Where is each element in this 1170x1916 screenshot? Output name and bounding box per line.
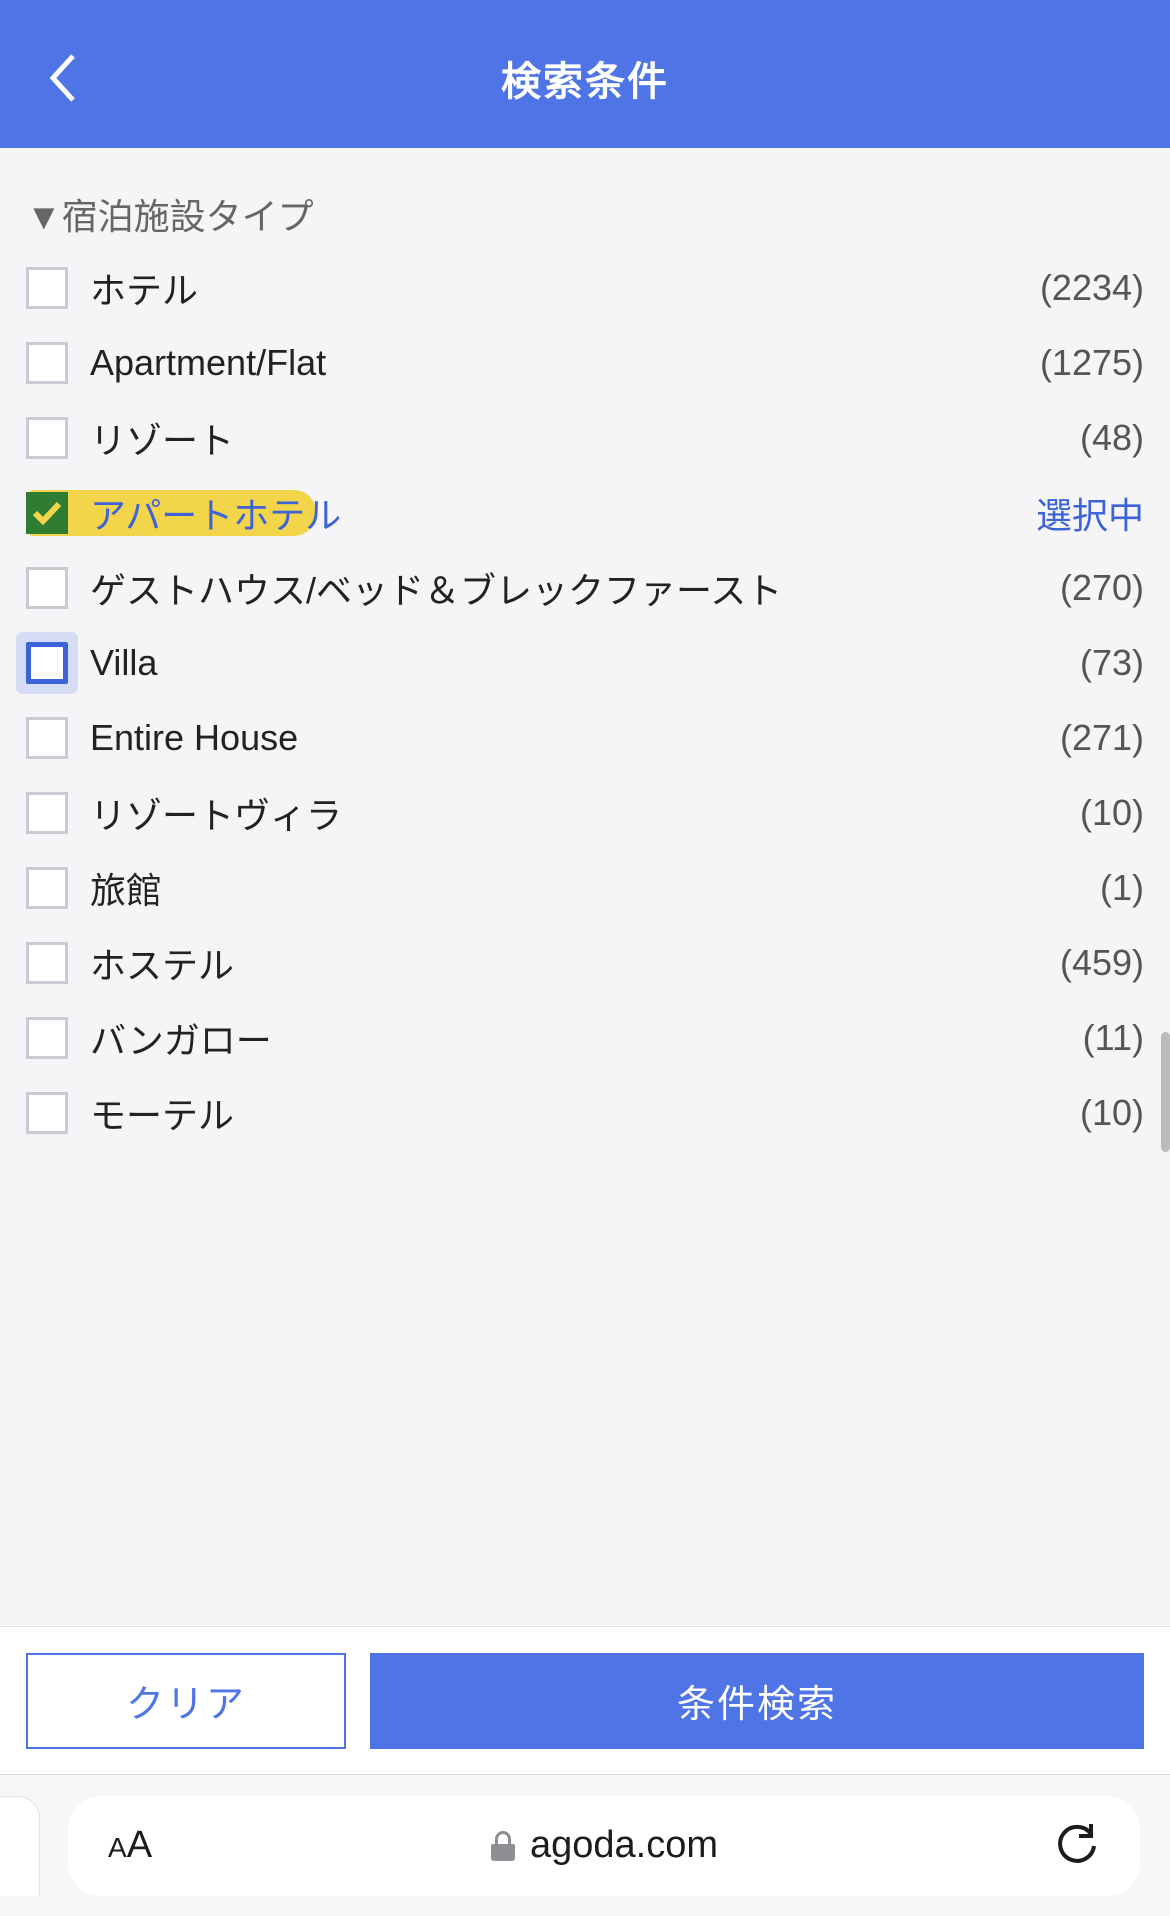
check-icon [32,501,62,525]
filter-row-count: (10) [1080,792,1144,834]
filter-row[interactable]: 旅館 (1) [26,850,1144,925]
filter-row-count: (1) [1100,867,1144,909]
checkbox[interactable] [26,867,68,909]
search-button[interactable]: 条件検索 [370,1653,1144,1749]
filter-row-count: (271) [1060,717,1144,759]
filter-row-label: リゾートヴィラ [90,787,342,839]
filter-row[interactable]: Entire House (271) [26,700,1144,775]
checkbox[interactable] [26,792,68,834]
filter-row-label: Entire House [90,717,298,759]
url-display: agoda.com [490,1824,718,1867]
checkbox[interactable] [26,717,68,759]
filter-row-count: (10) [1080,1092,1144,1134]
filter-row-label: 旅館 [90,862,162,914]
filter-row-count: (48) [1080,417,1144,459]
checkbox[interactable] [26,492,68,534]
statusbar-spacer [0,0,1170,8]
header: 検索条件 [0,8,1170,148]
filter-row-count: (73) [1080,642,1144,684]
filter-list: ホテル (2234) Apartment/Flat (1275) リゾート (48) アパー… [0,250,1170,1150]
back-button[interactable] [38,43,88,113]
filter-row-label: ホテル [90,262,198,314]
page-title: 検索条件 [0,49,1170,107]
tab-corner[interactable] [0,1796,40,1896]
filter-row[interactable]: リゾート (48) [26,400,1144,475]
reload-button[interactable] [1056,1824,1100,1868]
filter-row[interactable]: ゲストハウス/ベッド＆ブレックファースト (270) [26,550,1144,625]
reload-icon [1058,1824,1098,1868]
filter-row[interactable]: Villa (73) [26,625,1144,700]
browser-chrome: AA agoda.com [0,1774,1170,1916]
checkbox[interactable] [26,942,68,984]
filter-row[interactable]: バンガロー (11) [26,1000,1144,1075]
checkbox[interactable] [26,642,68,684]
clear-button[interactable]: クリア [26,1653,346,1749]
scrollbar-thumb[interactable] [1161,1032,1170,1152]
filter-row-label: アパートホテル [90,487,341,539]
filter-row[interactable]: ホテル (2234) [26,250,1144,325]
chevron-left-icon [47,52,79,104]
filter-row[interactable]: Apartment/Flat (1275) [26,325,1144,400]
url-bar[interactable]: AA agoda.com [68,1796,1140,1896]
filter-row-label: リゾート [90,412,234,464]
filter-row[interactable]: モーテル (10) [26,1075,1144,1150]
section-title-property-type[interactable]: ▼宿泊施設タイプ [0,148,1170,250]
filter-row-label: ホステル [90,937,234,989]
action-bar: クリア 条件検索 [0,1626,1170,1774]
checkbox[interactable] [26,1092,68,1134]
lock-icon [490,1830,516,1862]
filter-row-count: (1275) [1040,342,1144,384]
checkbox[interactable] [26,417,68,459]
filter-row[interactable]: アパートホテル 選択中 [26,475,1144,550]
filter-row-count: (459) [1060,942,1144,984]
selected-badge: 選択中 [1036,487,1144,539]
filter-row[interactable]: ホステル (459) [26,925,1144,1000]
filter-row-label: バンガロー [90,1012,272,1064]
filter-row-count: (2234) [1040,267,1144,309]
checkbox[interactable] [26,342,68,384]
filter-row-label: ゲストハウス/ベッド＆ブレックファースト [90,562,782,614]
filter-row-count: (270) [1060,567,1144,609]
reader-aa-button[interactable]: AA [108,1824,152,1867]
filter-row-count: (11) [1083,1017,1144,1059]
url-domain: agoda.com [530,1824,718,1867]
checkbox[interactable] [26,567,68,609]
filter-row-label: Villa [90,642,157,684]
checkbox[interactable] [26,1017,68,1059]
filter-content: ▼宿泊施設タイプ ホテル (2234) Apartment/Flat (1275) リゾ… [0,148,1170,1626]
filter-row-label: モーテル [90,1087,234,1139]
filter-row-label: Apartment/Flat [90,342,326,384]
filter-row[interactable]: リゾートヴィラ (10) [26,775,1144,850]
checkbox[interactable] [26,267,68,309]
